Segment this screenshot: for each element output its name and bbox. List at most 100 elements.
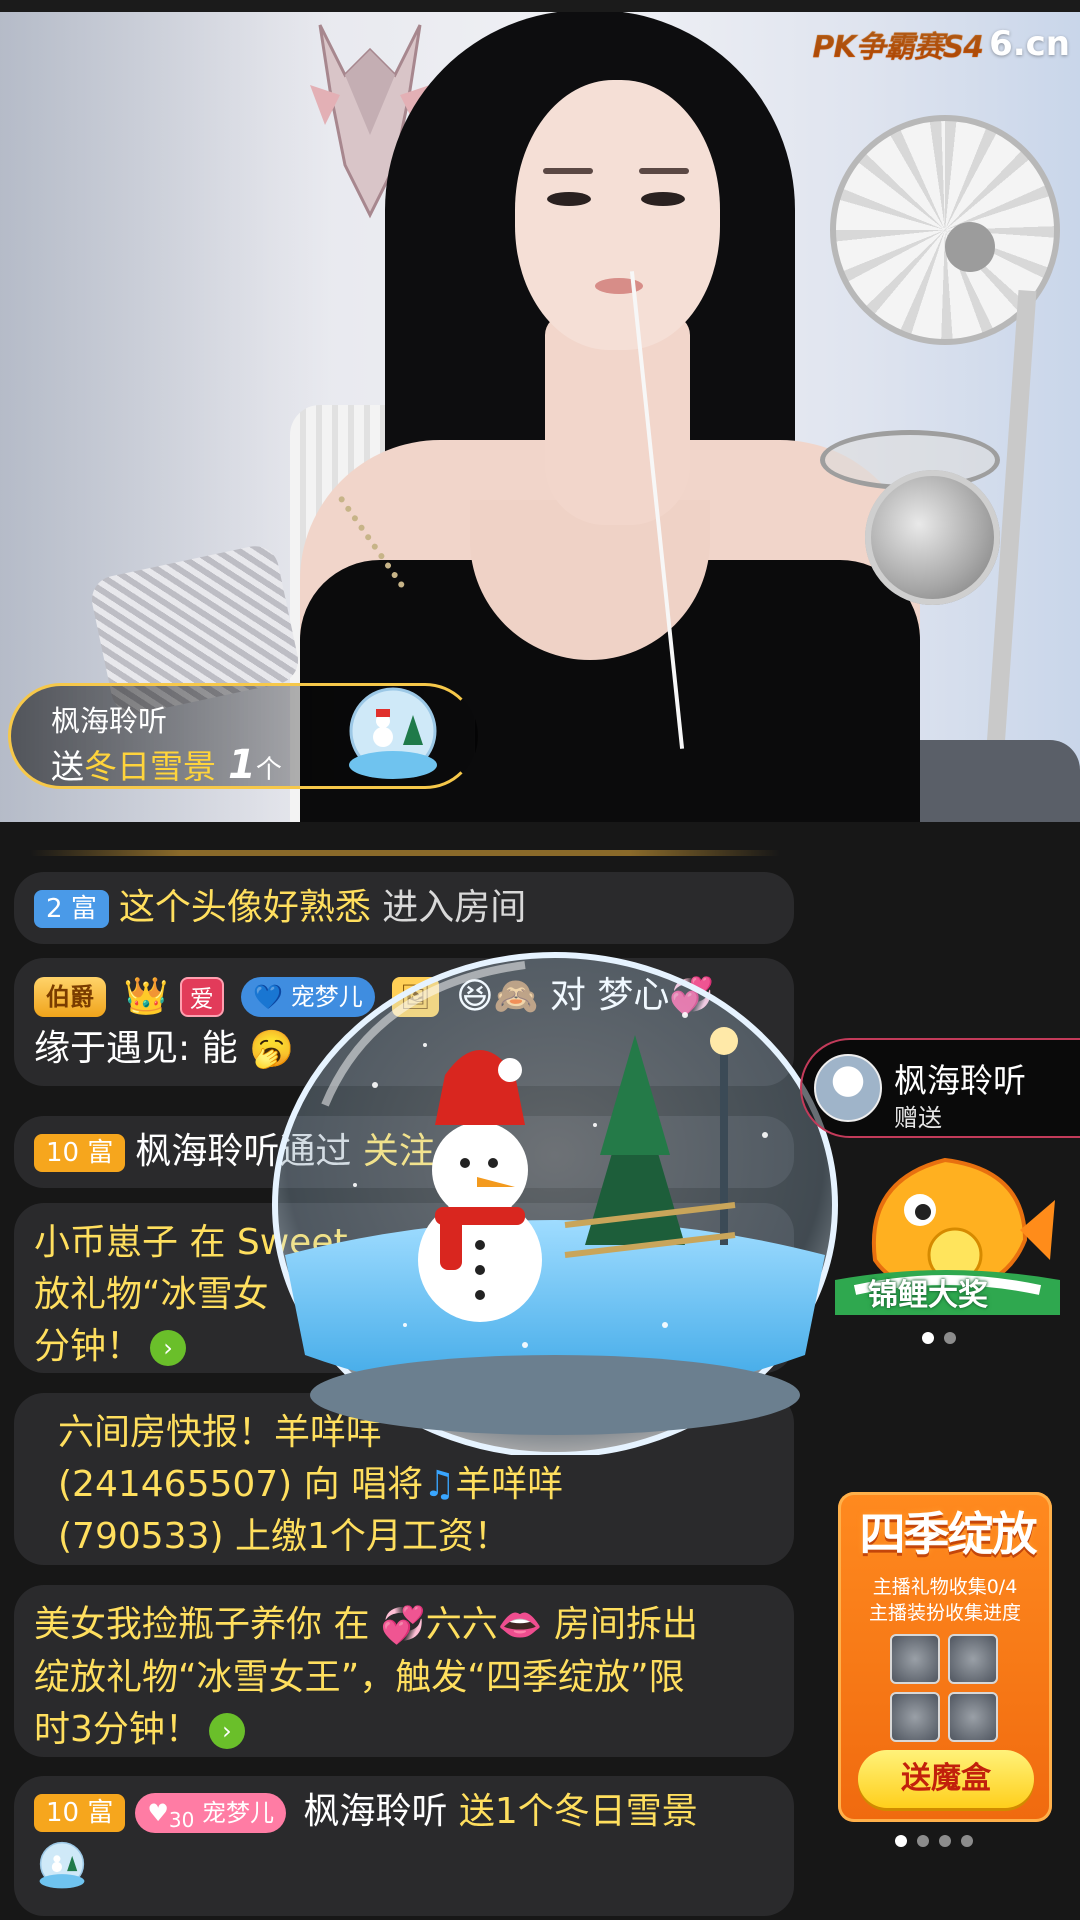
pager-dot-active[interactable] [895,1835,907,1847]
monkey-emoji-icon: 🙈 [493,976,539,1017]
wealth-level-badge: 10 富 [34,1134,126,1172]
system-line-3: 分钟！ › [34,1321,774,1373]
sender-name: 枫海聆听 [894,1061,1026,1100]
season-items-grid [890,1634,1002,1742]
unbox-room[interactable]: 六六 [426,1604,498,1645]
unbox-line-1: 美女我捡瓶子养你 在 💞六六👄 房间拆出 [34,1599,774,1652]
system-line-3-text: 分钟！ [34,1326,143,1367]
brow-right [639,168,689,174]
eye-left [547,192,591,206]
news-line-3: (790533) 上缴1个月工资！ [58,1516,510,1557]
sender-sub: 赠送 [894,1104,942,1132]
chat-message-follow[interactable]: 10 富枫海聆听通过 关注 [14,1116,794,1188]
duke-badge: 伯爵 [34,977,106,1017]
chat-message-unbox[interactable]: 美女我捡瓶子养你 在 💞六六👄 房间拆出 绽放礼物“冰雪女王”，触发“四季绽放”… [14,1585,794,1757]
chat-message-enter[interactable]: 2 富这个头像好熟悉 进入房间 [14,872,794,944]
unbox-action: 房间拆出 [554,1604,699,1645]
season-pager[interactable] [895,1835,973,1847]
gift-sender-card[interactable]: 枫海聆听 赠送 [800,1038,1080,1138]
chat-divider [30,850,780,856]
chat-message-gift[interactable]: 10 富 ♥30 宠梦儿 枫海聆听 送1个冬日雪景 [14,1776,794,1916]
snow-globe-icon [39,1841,85,1889]
unbox-line-3: 时3分钟！ › [34,1704,774,1756]
pager-dot-active[interactable] [922,1332,934,1344]
chat-message-guard[interactable]: 伯爵 👑 爱 💙 宠梦儿 🖼 😆🙈 对 梦心💞 缘于遇见: 能 🥱 [14,958,794,1086]
news-line-2: (241465507) 向 唱将♫羊咩咩 [58,1459,774,1511]
season-item-2 [948,1634,998,1684]
pet-badge-level: 30 [168,1807,195,1832]
news-line-2b: 羊咩咩 [455,1464,564,1505]
season-outfit-progress: 主播装扮收集进度 [868,1602,1021,1624]
unbox-line-3-text: 时3分钟！ [34,1709,201,1750]
hearts-emoji-icon: 💞 [669,976,715,1017]
toast-verb: 送 [51,747,84,786]
site-logo: 6.cn [989,24,1070,64]
toast-action: 送冬日雪景 1个 [51,740,282,788]
pager-dot[interactable] [944,1332,956,1344]
chat-username[interactable]: 枫海聆听 [135,1131,279,1172]
wealth-level-word: 富 [70,894,97,924]
wealth-level-word: 富 [87,1798,114,1828]
system-line-2: 放礼物“冰雪女 [34,1274,269,1315]
pet-badge: 💙 宠梦儿 [241,977,375,1017]
pet-badge: ♥30 宠梦儿 [135,1793,286,1833]
chat-gift-text: 送1个冬日雪景 [458,1791,698,1832]
laugh-emoji-icon: 😆 [456,976,494,1017]
koi-prize-label[interactable]: 锦鲤大奖 [868,1270,988,1314]
go-arrow-icon[interactable]: › [208,1713,245,1749]
wealth-level-word: 富 [87,1138,114,1168]
wealth-level-badge: 10 富 [34,1794,126,1832]
lips-emoji-icon: 👄 [497,1605,543,1646]
chat-target-prefix: 对 [549,975,586,1016]
yawn-emoji-icon: 🥱 [249,1029,294,1070]
pager-dot[interactable] [961,1835,973,1847]
season-gift-progress: 主播礼物收集0/4 [872,1576,1018,1598]
chat-via: 通过 [279,1131,352,1172]
fan-hub [945,222,995,272]
season-bloom-title: 四季绽放 [859,1507,1038,1561]
news-line-2a: (241465507) 向 唱将 [58,1464,424,1505]
go-arrow-icon[interactable]: › [150,1330,187,1366]
streamer-face [515,80,720,350]
send-magic-box-button[interactable]: 送魔盒 [858,1750,1034,1808]
brow-left [543,168,593,174]
toast-sender-name: 枫海聆听 [51,704,168,738]
season-item-1 [890,1634,940,1684]
wealth-level-number: 2 [46,894,63,924]
chat-text: 缘于遇见: 能 [34,1028,238,1069]
toast-gift-unit: 个 [255,755,282,785]
news-line-1: 六间房快报！羊咩咩 [58,1412,383,1453]
chat-message-news[interactable]: 六间房快报！羊咩咩 (241465507) 向 唱将♫羊咩咩 (790533) … [14,1393,794,1565]
chat-username[interactable]: 枫海聆听 [303,1791,447,1832]
chat-username[interactable]: 这个头像好熟悉 [119,887,371,928]
avatar[interactable] [814,1054,882,1122]
chat-action: 进入房间 [382,887,527,928]
system-line-1: 小币崽子 在 Sweet [34,1222,348,1263]
season-item-4 [948,1692,998,1742]
status-strip [0,0,1080,12]
snow-globe-icon [349,687,437,779]
wealth-level-number: 10 [46,1798,80,1828]
wealth-level-number: 10 [46,1138,80,1168]
avatar-frame-icon: 🖼 [392,977,439,1017]
chat-message-system[interactable]: 小币崽子 在 Sweet 放礼物“冰雪女 分钟！ › [14,1203,794,1373]
music-note-icon: ♫ [423,1464,456,1505]
pet-badge-label: 宠梦儿 [201,1799,274,1827]
pk-logo[interactable]: PK争霸赛S4 [812,22,984,66]
eye-right [641,192,685,206]
brand-logos: PK争霸赛S4 6.cn [812,22,1070,66]
chat-action: 关注 [362,1131,435,1172]
hearts-emoji-icon: 💞 [380,1605,426,1646]
toast-gift-count: 1 [228,742,256,788]
unbox-line-2: 绽放礼物“冰雪女王”，触发“四季绽放”限 [34,1657,685,1698]
pet-badge-label: 宠梦儿 [290,983,363,1011]
pager-dot[interactable] [939,1835,951,1847]
toast-gift-name: 冬日雪景 [84,747,216,786]
pager-dot[interactable] [917,1835,929,1847]
unbox-user[interactable]: 美女我捡瓶子养你 在 [34,1604,369,1645]
heart-icon: 爱 [179,977,224,1017]
koi-pager[interactable] [922,1332,956,1344]
microphone [865,470,1000,605]
season-item-3 [890,1692,940,1742]
chat-target[interactable]: 梦心 [597,975,669,1016]
